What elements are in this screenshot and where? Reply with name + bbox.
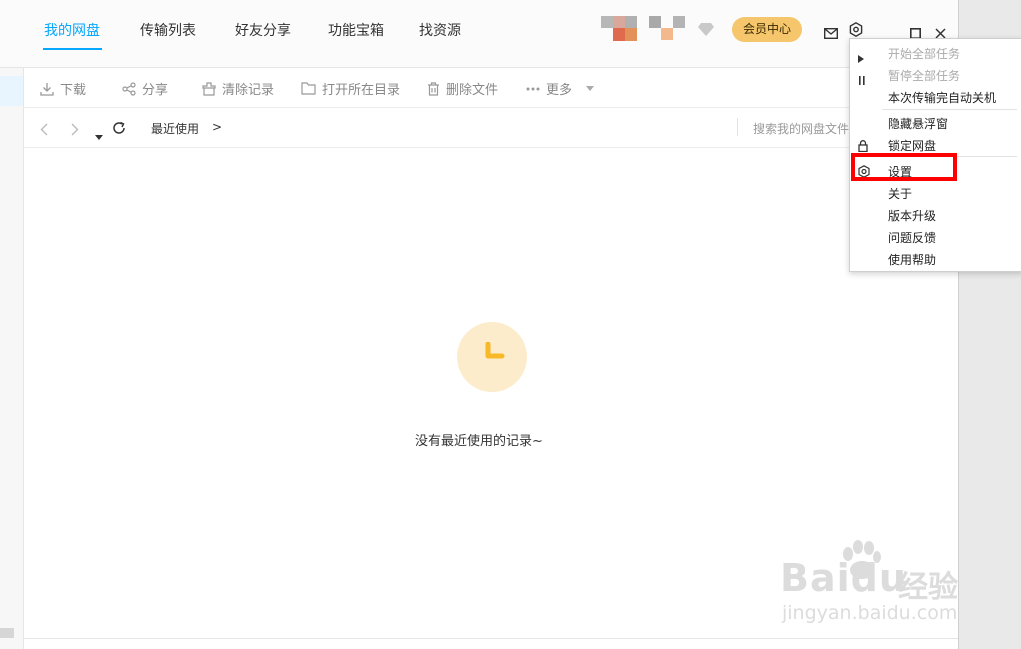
navigation-bar: 最近使用 > 搜索我的网盘文件 xyxy=(24,108,958,148)
clear-icon xyxy=(202,81,216,96)
menu-item-pause-all[interactable]: 暂停全部任务 xyxy=(888,67,960,84)
app-window: 我的网盘 传输列表 好友分享 功能宝箱 找资源 会员中心 下载 分享 清除记录 … xyxy=(0,0,959,649)
folder-icon xyxy=(301,82,316,95)
clock-icon xyxy=(484,341,506,368)
trash-icon xyxy=(427,81,440,96)
active-tab-indicator xyxy=(43,48,102,50)
more-label: 更多 xyxy=(546,83,573,98)
menu-separator xyxy=(882,109,1017,110)
search-input[interactable]: 搜索我的网盘文件 xyxy=(753,120,849,137)
download-button[interactable]: 下载 xyxy=(40,79,86,98)
more-button[interactable]: 更多 xyxy=(526,79,595,98)
username-masked xyxy=(649,16,685,42)
menu-item-upgrade[interactable]: 版本升级 xyxy=(888,207,936,224)
more-icon xyxy=(526,87,540,91)
back-icon[interactable] xyxy=(40,121,48,140)
open-folder-label: 打开所在目录 xyxy=(322,83,401,98)
avatar[interactable] xyxy=(601,16,639,42)
status-bar xyxy=(24,638,958,649)
download-icon xyxy=(40,82,54,96)
history-dropdown-icon[interactable] xyxy=(95,125,103,144)
mail-icon[interactable] xyxy=(823,24,839,43)
top-bar: 我的网盘 传输列表 好友分享 功能宝箱 找资源 会员中心 xyxy=(0,0,958,68)
share-label: 分享 xyxy=(142,83,169,98)
toolbar: 下载 分享 清除记录 打开所在目录 删除文件 更多 xyxy=(24,68,958,108)
watermark-cn: 经验 xyxy=(898,570,958,605)
empty-state-icon-bg xyxy=(457,322,527,392)
tab-my-drive[interactable]: 我的网盘 xyxy=(44,20,100,40)
refresh-icon[interactable] xyxy=(112,120,126,139)
menu-item-lock-drive[interactable]: 锁定网盘 xyxy=(888,137,936,154)
menu-item-help[interactable]: 使用帮助 xyxy=(888,251,936,268)
menu-item-about[interactable]: 关于 xyxy=(888,185,912,202)
breadcrumb-separator: > xyxy=(212,120,223,134)
play-icon xyxy=(858,48,864,67)
clear-history-label: 清除记录 xyxy=(222,83,275,98)
vip-center-button[interactable]: 会员中心 xyxy=(732,17,802,42)
diamond-icon[interactable] xyxy=(698,21,714,40)
menu-item-hide-float[interactable]: 隐藏悬浮窗 xyxy=(888,115,948,132)
open-folder-button[interactable]: 打开所在目录 xyxy=(301,79,400,98)
menu-item-feedback[interactable]: 问题反馈 xyxy=(888,229,936,246)
clear-history-button[interactable]: 清除记录 xyxy=(202,79,274,98)
tab-toolbox[interactable]: 功能宝箱 xyxy=(328,20,384,40)
empty-state-message: 没有最近使用的记录~ xyxy=(415,434,543,449)
share-icon xyxy=(122,81,136,96)
sidebar-scrollbar[interactable] xyxy=(0,628,14,638)
settings-highlight-box xyxy=(851,153,957,181)
sidebar xyxy=(0,68,24,649)
watermark-brand: Baidu xyxy=(780,556,907,600)
menu-item-start-all[interactable]: 开始全部任务 xyxy=(888,45,960,62)
divider xyxy=(737,118,738,136)
menu-item-auto-shutdown[interactable]: 本次传输完自动关机 xyxy=(888,89,996,106)
share-button[interactable]: 分享 xyxy=(122,79,168,98)
sidebar-selected-item[interactable] xyxy=(0,76,23,106)
tab-transfers[interactable]: 传输列表 xyxy=(140,20,196,40)
watermark-url: jingyan.baidu.com xyxy=(782,602,958,624)
pause-icon xyxy=(859,70,865,89)
forward-icon[interactable] xyxy=(71,121,79,140)
breadcrumb[interactable]: 最近使用 xyxy=(151,120,199,137)
delete-file-label: 删除文件 xyxy=(446,83,499,98)
download-label: 下载 xyxy=(60,83,87,98)
tab-friend-share[interactable]: 好友分享 xyxy=(235,20,291,40)
delete-file-button[interactable]: 删除文件 xyxy=(427,79,498,98)
more-dropdown-icon xyxy=(586,86,595,91)
tab-find-resources[interactable]: 找资源 xyxy=(419,20,461,40)
